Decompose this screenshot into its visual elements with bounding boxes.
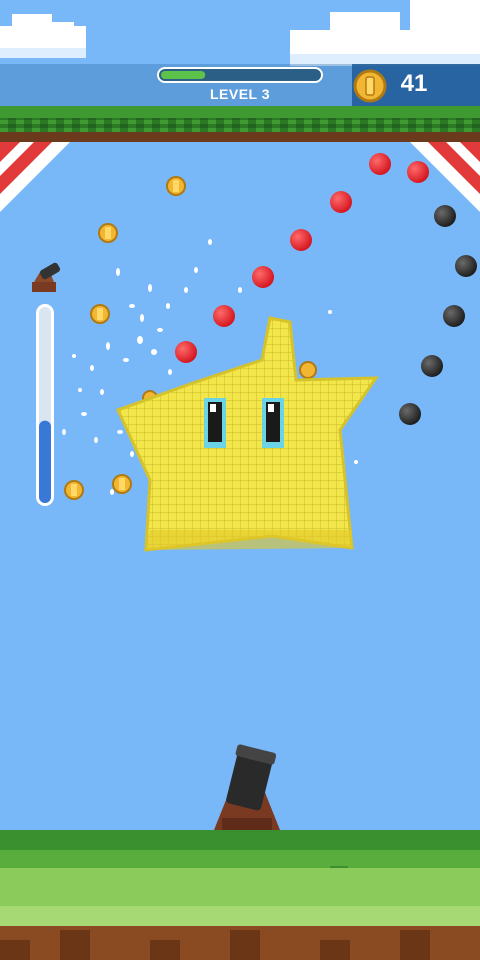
coin-icon <box>353 69 387 103</box>
coin <box>90 304 110 324</box>
game-stage[interactable]: LEVEL 3 41 <box>0 0 480 960</box>
ground <box>0 830 480 960</box>
coin <box>299 361 317 379</box>
coin <box>112 474 132 494</box>
coin-counter: 41 <box>400 70 428 97</box>
power-meter <box>36 304 54 506</box>
coin <box>166 176 186 196</box>
coin <box>64 480 84 500</box>
level-label: LEVEL 3 <box>209 86 271 102</box>
top-grass-strip <box>0 106 480 142</box>
game-canvas <box>0 0 480 960</box>
level-progress-bar <box>157 67 323 83</box>
coin <box>98 223 118 243</box>
